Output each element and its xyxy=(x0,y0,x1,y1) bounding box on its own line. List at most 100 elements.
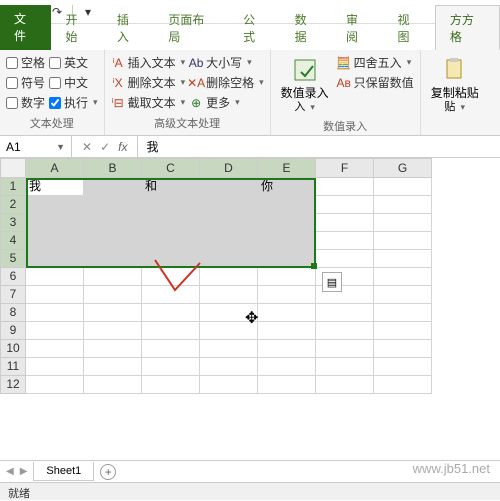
cell[interactable] xyxy=(84,376,142,394)
nav-prev-icon[interactable]: ◀ xyxy=(6,466,14,477)
nav-next-icon[interactable]: ▶ xyxy=(20,466,28,477)
cell[interactable] xyxy=(200,250,258,268)
cell[interactable] xyxy=(200,376,258,394)
tab-layout[interactable]: 页面布局 xyxy=(154,6,229,50)
tab-formula[interactable]: 公式 xyxy=(229,6,280,50)
cell[interactable] xyxy=(142,358,200,376)
chk-symbol[interactable]: 符号 xyxy=(6,74,45,91)
fx-icon[interactable]: fx xyxy=(118,140,127,154)
cell[interactable] xyxy=(26,232,84,250)
formula-input[interactable]: 我 xyxy=(137,135,500,158)
cell[interactable]: 我 xyxy=(26,178,84,196)
cell[interactable] xyxy=(374,304,432,322)
cell[interactable] xyxy=(258,268,316,286)
cell[interactable] xyxy=(316,196,374,214)
cell[interactable] xyxy=(26,196,84,214)
chk-cn[interactable]: 中文 xyxy=(49,74,98,91)
cell[interactable] xyxy=(316,358,374,376)
cell[interactable] xyxy=(200,214,258,232)
btn-value-input[interactable]: 数值录入入 ▾ xyxy=(277,54,333,116)
chk-exec[interactable]: 执行▾ xyxy=(49,94,98,111)
cell[interactable] xyxy=(316,322,374,340)
cell[interactable] xyxy=(374,322,432,340)
cell[interactable] xyxy=(142,250,200,268)
cell[interactable] xyxy=(258,322,316,340)
row-header[interactable]: 5 xyxy=(0,250,26,268)
cell[interactable] xyxy=(258,376,316,394)
tab-view[interactable]: 视图 xyxy=(383,6,434,50)
cell[interactable] xyxy=(258,358,316,376)
btn-delete-text[interactable]: ⁱX删除文本▾ xyxy=(111,74,186,91)
cell[interactable] xyxy=(142,196,200,214)
tab-review[interactable]: 审阅 xyxy=(332,6,383,50)
cell[interactable] xyxy=(258,304,316,322)
cell[interactable] xyxy=(26,376,84,394)
cell[interactable] xyxy=(374,358,432,376)
cell[interactable] xyxy=(316,340,374,358)
cell[interactable] xyxy=(26,214,84,232)
chk-en[interactable]: 英文 xyxy=(49,54,98,71)
row-header[interactable]: 8 xyxy=(0,304,26,322)
cell[interactable] xyxy=(200,286,258,304)
cell[interactable] xyxy=(316,250,374,268)
cell[interactable] xyxy=(258,250,316,268)
btn-more[interactable]: ⊕更多▾ xyxy=(189,94,264,111)
cell[interactable]: 和 xyxy=(142,178,200,196)
cell[interactable] xyxy=(142,214,200,232)
cell[interactable] xyxy=(200,178,258,196)
tab-data[interactable]: 数据 xyxy=(281,6,332,50)
cell[interactable] xyxy=(200,340,258,358)
cell[interactable] xyxy=(84,322,142,340)
cell[interactable] xyxy=(316,376,374,394)
row-header[interactable]: 10 xyxy=(0,340,26,358)
cell[interactable] xyxy=(84,268,142,286)
cell[interactable] xyxy=(142,322,200,340)
cell[interactable] xyxy=(84,304,142,322)
cell[interactable] xyxy=(374,178,432,196)
cell[interactable] xyxy=(374,376,432,394)
cell[interactable] xyxy=(374,340,432,358)
cell[interactable] xyxy=(142,268,200,286)
row-header[interactable]: 2 xyxy=(0,196,26,214)
cell[interactable] xyxy=(26,268,84,286)
cell[interactable] xyxy=(200,268,258,286)
quick-analysis-icon[interactable]: ▤ xyxy=(322,272,342,292)
cell[interactable] xyxy=(316,232,374,250)
cell[interactable] xyxy=(374,268,432,286)
cell[interactable] xyxy=(142,304,200,322)
cell[interactable] xyxy=(142,232,200,250)
btn-keep-value[interactable]: Aʙ只保留数值 xyxy=(337,74,414,91)
cell[interactable] xyxy=(84,178,142,196)
tab-home[interactable]: 开始 xyxy=(51,6,102,50)
cell[interactable] xyxy=(84,358,142,376)
cell[interactable] xyxy=(142,286,200,304)
cell[interactable] xyxy=(258,286,316,304)
cell[interactable] xyxy=(142,340,200,358)
row-header[interactable]: 1 xyxy=(0,178,26,196)
cell[interactable] xyxy=(142,376,200,394)
row-header[interactable]: 6 xyxy=(0,268,26,286)
col-header[interactable]: A xyxy=(26,158,84,178)
cell[interactable] xyxy=(84,340,142,358)
cell[interactable] xyxy=(374,250,432,268)
cell[interactable] xyxy=(84,214,142,232)
cell[interactable] xyxy=(258,214,316,232)
sheet-tab[interactable]: Sheet1 xyxy=(33,462,94,481)
tab-file[interactable]: 文件 xyxy=(0,5,51,50)
cell[interactable] xyxy=(258,340,316,358)
tab-insert[interactable]: 插入 xyxy=(103,6,154,50)
btn-copy-paste[interactable]: 复制粘贴贴 ▾ xyxy=(427,54,483,116)
cell[interactable] xyxy=(258,232,316,250)
cell[interactable] xyxy=(374,214,432,232)
cell[interactable] xyxy=(316,178,374,196)
tab-addon[interactable]: 方方格 xyxy=(435,5,500,50)
cell[interactable] xyxy=(26,304,84,322)
btn-insert-text[interactable]: ⁱA插入文本▾ xyxy=(111,54,186,71)
cell[interactable] xyxy=(26,286,84,304)
btn-round[interactable]: 🧮四舍五入▾ xyxy=(337,54,414,71)
chk-space[interactable]: 空格 xyxy=(6,54,45,71)
row-header[interactable]: 12 xyxy=(0,376,26,394)
cancel-icon[interactable]: ✕ xyxy=(82,140,92,154)
cell[interactable] xyxy=(26,358,84,376)
chk-number[interactable]: 数字 xyxy=(6,94,45,111)
